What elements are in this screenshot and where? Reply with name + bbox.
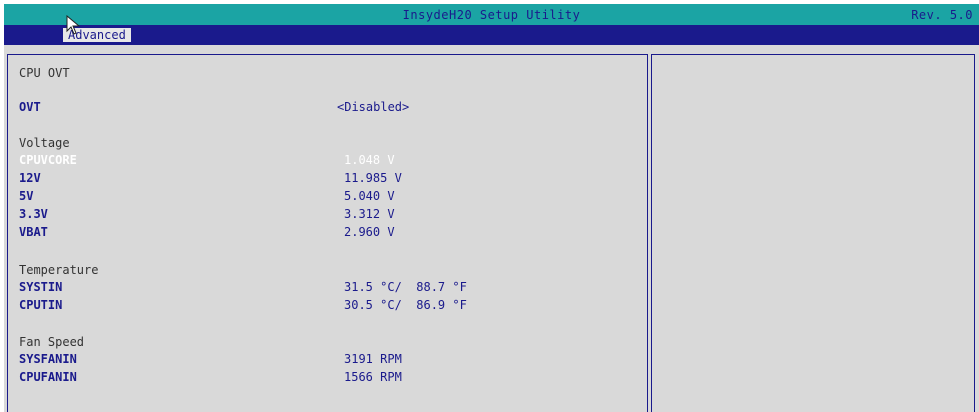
12v-label[interactable]: 12V [19, 171, 41, 185]
12v-value: 11.985 V [344, 171, 402, 185]
page-heading: CPU OVT [19, 66, 70, 80]
temperature-heading: Temperature [19, 263, 99, 277]
cputin-value: 30.5 °C/ 86.9 °F [344, 298, 467, 312]
revision-label: Rev. 5.0 [911, 8, 973, 22]
settings-panel: CPU OVT OVT <Disabled> Voltage CPUVCORE … [7, 54, 648, 412]
5v-label[interactable]: 5V [19, 189, 33, 203]
voltage-heading: Voltage [19, 136, 70, 150]
help-panel [651, 54, 975, 412]
sysfanin-label[interactable]: SYSFANIN [19, 352, 77, 366]
cpuvcore-value: 1.048 V [344, 153, 395, 167]
3-3v-label[interactable]: 3.3V [19, 207, 48, 221]
title-bar: InsydeH20 Setup Utility Rev. 5.0 [4, 4, 979, 25]
vbat-value: 2.960 V [344, 225, 395, 239]
systin-label[interactable]: SYSTIN [19, 280, 62, 294]
systin-value: 31.5 °C/ 88.7 °F [344, 280, 467, 294]
app-title: InsydeH20 Setup Utility [402, 8, 581, 22]
sysfanin-value: 3191 RPM [344, 352, 402, 366]
mouse-cursor-icon [66, 15, 81, 35]
vbat-label[interactable]: VBAT [19, 225, 48, 239]
3-3v-value: 3.312 V [344, 207, 395, 221]
ovt-value[interactable]: <Disabled> [337, 100, 409, 114]
ovt-label[interactable]: OVT [19, 100, 41, 114]
cpufanin-value: 1566 RPM [344, 370, 402, 384]
cpufanin-label[interactable]: CPUFANIN [19, 370, 77, 384]
fan-speed-heading: Fan Speed [19, 335, 85, 349]
5v-value: 5.040 V [344, 189, 395, 203]
menu-bar: Advanced [4, 25, 979, 45]
cputin-label[interactable]: CPUTIN [19, 298, 62, 312]
cpuvcore-label[interactable]: CPUVCORE [19, 153, 77, 167]
